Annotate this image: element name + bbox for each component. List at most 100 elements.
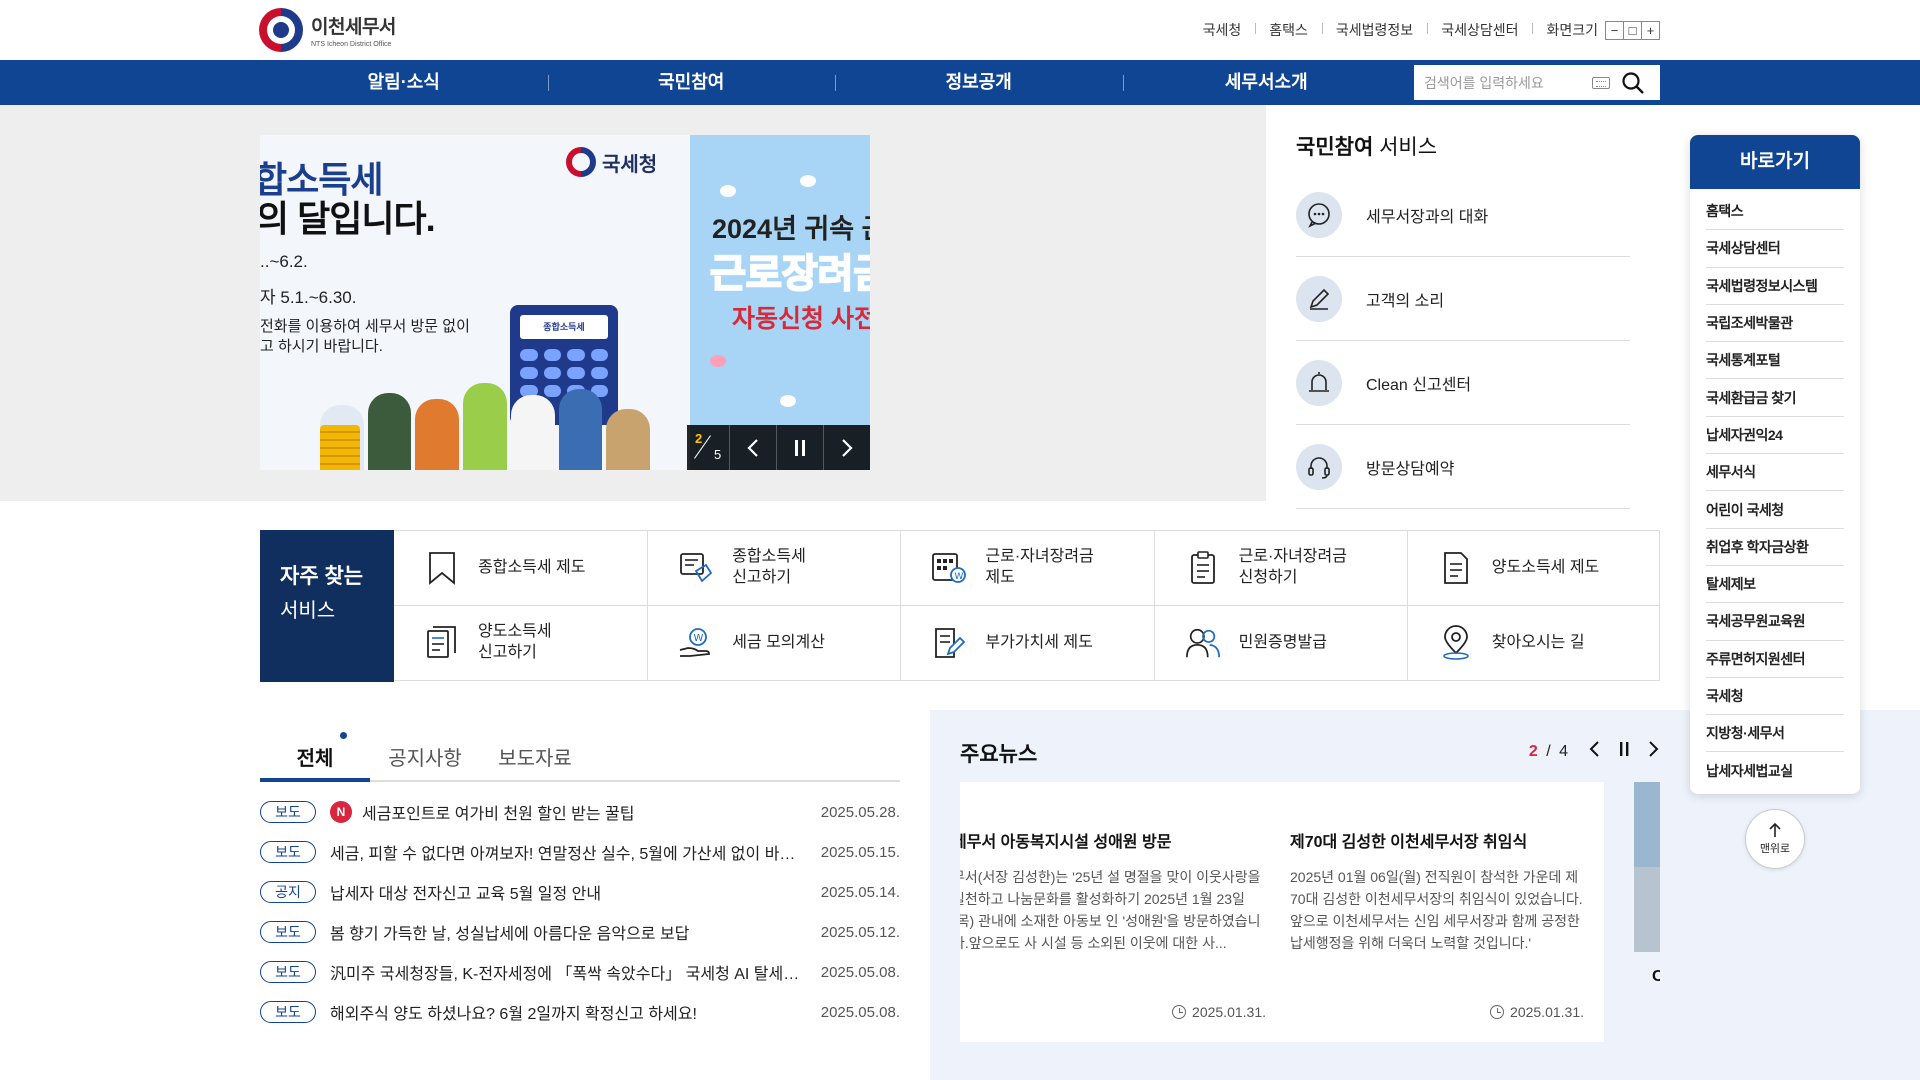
service-transfer-tax-file[interactable]: 양도소득세 신고하기: [394, 606, 647, 680]
util-link-consult[interactable]: 국세상담센터: [1427, 20, 1532, 40]
quick-link[interactable]: 지방청·세무서: [1706, 715, 1844, 753]
news-card[interactable]: 제70대 김성한 이천세무서장 취임식 2025년 01월 06일(월) 전직원…: [1270, 782, 1604, 1042]
util-link-law[interactable]: 국세법령정보: [1321, 20, 1427, 40]
coin-stack-illustration: [320, 425, 360, 470]
util-link-hometax[interactable]: 홈택스: [1255, 20, 1322, 40]
service-vat-system[interactable]: 부가가치세 제도: [900, 606, 1153, 680]
list-item[interactable]: 보도 汎미주 국세청장들, K-전자세정에 「폭싹 속았수다」 국세청 AI 탈…: [260, 952, 900, 992]
news-pause-button[interactable]: [1618, 740, 1630, 763]
category-tag: 보도: [260, 841, 316, 863]
slide-counter: 2 5: [687, 425, 729, 470]
quick-link[interactable]: 국세환급금 찾기: [1706, 379, 1844, 417]
quick-link[interactable]: 국세상담센터: [1706, 230, 1844, 268]
util-link-nts[interactable]: 국세청: [1189, 20, 1256, 40]
news-page-indicator: 2 / 4: [1528, 742, 1570, 760]
news-card[interactable]: 세무서 아동복지시설 성애원 방문 무서(서장 김성한)는 '25년 설 명절을…: [960, 782, 1286, 1042]
service-income-tax-file[interactable]: 종합소득세 신고하기: [647, 531, 901, 606]
nts-logo-icon: [566, 147, 596, 177]
service-earned-income-system[interactable]: W 근로·자녀장려금 제도: [900, 531, 1154, 606]
quick-links: 바로가기 홈택스 국세상담센터 국세법령정보시스템 국립조세박물관 국세통계포털…: [1690, 135, 1860, 794]
pause-icon: [1620, 742, 1629, 756]
quick-link[interactable]: 납세자권익24: [1706, 417, 1844, 455]
quick-link[interactable]: 납세자세법교실: [1706, 752, 1844, 789]
category-tag: 보도: [260, 961, 316, 983]
zoom-in-button[interactable]: +: [1641, 20, 1660, 40]
notice-date: 2025.05.08.: [820, 963, 900, 981]
alarm-bell-icon: [1309, 371, 1329, 392]
banner-period-1: ..~6.2.: [260, 252, 308, 271]
participation-item-visit[interactable]: 방문상담예약: [1296, 425, 1630, 509]
news-next-button[interactable]: [1648, 740, 1660, 763]
search-box: [1414, 65, 1660, 100]
nav-item-about[interactable]: 세무서소개: [1122, 60, 1411, 105]
quick-link[interactable]: 국세청: [1706, 678, 1844, 716]
tax-form-icon: [680, 553, 713, 583]
promo-banner-income-tax[interactable]: 국세청 합소득세 의 달입니다. ..~6.2. 자 5.1.~6.30. 전화…: [260, 135, 690, 470]
quick-link[interactable]: 탈세제보: [1706, 566, 1844, 604]
category-tag: 보도: [260, 921, 316, 943]
service-income-tax-system[interactable]: 종합소득세 제도: [394, 531, 648, 606]
clock-icon: [1172, 1005, 1187, 1019]
site-logo[interactable]: 이천세무서 NTS Icheon District Office: [259, 8, 396, 52]
document-icon: [1443, 552, 1468, 584]
list-item[interactable]: 보도 N 세금포인트로 여가비 천원 할인 받는 꿀팁 2025.05.28.: [260, 792, 900, 832]
clipboard-icon: [1190, 551, 1215, 584]
back-to-top-button[interactable]: 맨위로: [1745, 809, 1805, 869]
frequent-services-title: 자주 찾는 서비스: [260, 530, 394, 682]
news-card-date: 2025.01.31.: [1172, 1004, 1266, 1020]
participation-services: 국민참여 서비스 세무서장과의 대화 고객의 소리 Clean 신고센터 방문상…: [1296, 131, 1630, 509]
main-nav: 알림·소식 국민참여 정보공개 세무서소개: [0, 60, 1920, 105]
service-earned-income-apply[interactable]: 근로·자녀장려금 신청하기: [1153, 531, 1407, 606]
news-card-partial[interactable]: [1634, 782, 1660, 952]
service-certificate[interactable]: 민원증명발급: [1153, 606, 1407, 680]
list-item[interactable]: 보도 봄 향기 가득한 날, 성실납세에 아름다운 음악으로 보답 2025.0…: [260, 912, 900, 952]
search-input[interactable]: [1414, 66, 1592, 99]
banner-logo: 국세청: [566, 147, 657, 177]
zoom-reset-button[interactable]: □: [1623, 20, 1642, 40]
list-item[interactable]: 보도 해외주식 양도 하셨나요? 6월 2일까지 확정신고 하세요! 2025.…: [260, 992, 900, 1032]
tab-press[interactable]: 보도자료: [480, 710, 590, 780]
chevron-right-icon: [1649, 741, 1659, 757]
list-item[interactable]: 보도 세금, 피할 수 없다면 아껴보자! 연말정산 실수, 5월에 가산세 없…: [260, 832, 900, 872]
quick-link[interactable]: 어린이 국세청: [1706, 491, 1844, 529]
promo-banner-earned-income[interactable]: 2024년 귀속 근 근로장려금 자동신청 사전: [690, 135, 870, 470]
participation-item-chat[interactable]: 세무서장과의 대화: [1296, 173, 1630, 257]
nav-item-participation[interactable]: 국민참여: [547, 60, 836, 105]
quick-link[interactable]: 국세공무원교육원: [1706, 603, 1844, 641]
category-tag: 보도: [260, 1001, 316, 1023]
search-icon: [1622, 71, 1644, 94]
service-tax-simulation[interactable]: W 세금 모의계산: [647, 606, 900, 680]
search-button[interactable]: [1618, 68, 1648, 98]
participation-label: 세무서장과의 대화: [1366, 208, 1489, 226]
quick-link[interactable]: 취업후 학자금상환: [1706, 529, 1844, 566]
slide-pause-button[interactable]: [776, 425, 823, 470]
people-illustration: [320, 365, 651, 470]
nav-item-news[interactable]: 알림·소식: [260, 60, 548, 105]
slide-next-button[interactable]: [823, 425, 870, 470]
tab-all[interactable]: 전체: [260, 710, 370, 782]
quick-link[interactable]: 국세법령정보시스템: [1706, 268, 1844, 305]
news-prev-button[interactable]: [1588, 740, 1600, 763]
slide-prev-button[interactable]: [729, 425, 776, 470]
quick-link[interactable]: 홈택스: [1706, 193, 1844, 231]
quick-link[interactable]: 주류면허지원센터: [1706, 641, 1844, 678]
list-item[interactable]: 공지 납세자 대상 전자신고 교육 5월 일정 안내 2025.05.14.: [260, 872, 900, 912]
service-directions[interactable]: 찾아오시는 길: [1406, 606, 1660, 680]
quick-link[interactable]: 국립조세박물관: [1706, 305, 1844, 343]
zoom-label: 화면크기: [1532, 20, 1598, 40]
quick-link[interactable]: 국세통계포털: [1706, 342, 1844, 380]
banner2-line-1: 2024년 귀속 근: [712, 214, 870, 244]
slide-total: 5: [714, 447, 722, 462]
active-tab-dot: [340, 732, 347, 739]
service-transfer-tax-system[interactable]: 양도소득세 제도: [1406, 531, 1660, 606]
nav-item-disclosure[interactable]: 정보공개: [835, 60, 1123, 105]
participation-item-voice[interactable]: 고객의 소리: [1296, 257, 1630, 341]
quick-link[interactable]: 세무서식: [1706, 454, 1844, 492]
documents-icon: [427, 626, 456, 658]
zoom-out-button[interactable]: −: [1605, 20, 1624, 40]
participation-item-clean[interactable]: Clean 신고센터: [1296, 341, 1630, 425]
virtual-keyboard-icon[interactable]: [1592, 76, 1610, 89]
tab-notices[interactable]: 공지사항: [370, 710, 480, 780]
clock-icon: [1490, 1005, 1505, 1019]
participation-label: 방문상담예약: [1366, 460, 1455, 478]
